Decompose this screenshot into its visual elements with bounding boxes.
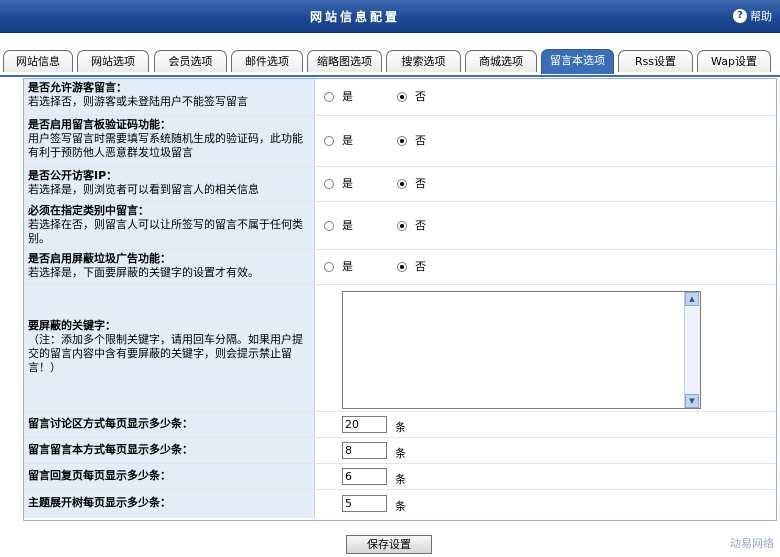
- setting-description: 若选择否，则游客或未登陆用户不能签写留言: [28, 95, 248, 108]
- setting-title: 是否启用留言板验证码功能：: [28, 118, 171, 131]
- setting-row-per-page-topic: 主题展开树每页显示多少条： 5 条: [24, 490, 776, 518]
- setting-description: 用户签写留言时需要填写系统随机生成的验证码，此功能有利于预防他人恶意群发垃圾留言: [28, 132, 303, 159]
- tab-thumbnail-options[interactable]: 缩略图选项: [307, 50, 382, 72]
- setting-title: 是否允许游客留言：: [28, 81, 127, 94]
- settings-tabs: 网站信息 网站选项 会员选项 邮件选项 缩略图选项 搜索选项 商城选项 留言本选…: [0, 48, 780, 77]
- setting-title: 留言回复页每页显示多少条：: [28, 469, 171, 482]
- setting-row-require-category: 必须在指定类别中留言： 若选择在否，则留言人可以让所签写的留言不属于任何类别。 …: [24, 202, 776, 250]
- tab-site-options[interactable]: 网站选项: [77, 50, 149, 72]
- scroll-up-icon[interactable]: ▲: [685, 292, 699, 306]
- setting-title: 留言留言本方式每页显示多少条：: [28, 443, 193, 456]
- per-page-topic-input[interactable]: 5: [342, 495, 387, 512]
- show-ip-no-radio[interactable]: [397, 179, 407, 189]
- setting-description: 若选择是，下面要屏蔽的关键字的设置才有效。: [28, 266, 259, 279]
- setting-title: 要屏蔽的关键字：: [28, 319, 116, 332]
- setting-description: 若选择在否，则留言人可以让所签写的留言不属于任何类别。: [28, 218, 303, 245]
- radio-label-no: 否: [415, 218, 426, 232]
- setting-row-per-page-forum: 留言讨论区方式每页显示多少条： 20 条: [24, 412, 776, 438]
- setting-title: 必须在指定类别中留言：: [28, 204, 149, 217]
- tab-mail-options[interactable]: 邮件选项: [231, 50, 303, 72]
- captcha-yes-radio[interactable]: [324, 136, 334, 146]
- radio-label-no: 否: [415, 177, 426, 190]
- settings-panel: 是否允许游客留言： 若选择否，则游客或未登陆用户不能签写留言 是 否 是否启用留…: [23, 78, 777, 521]
- unit-label: 条: [395, 500, 406, 513]
- scroll-down-icon[interactable]: ▼: [685, 394, 699, 408]
- setting-row-show-ip: 是否公开访客IP： 若选择是，则浏览者可以看到留言人的相关信息 是 否: [24, 167, 776, 202]
- keywords-textarea[interactable]: ▲ ▼: [342, 291, 701, 409]
- tab-site-info[interactable]: 网站信息: [3, 50, 73, 72]
- title-bar: 网站信息配置 ? 帮助: [0, 0, 780, 33]
- setting-description: 若选择是，则浏览者可以看到留言人的相关信息: [28, 183, 259, 196]
- setting-row-per-page-reply: 留言回复页每页显示多少条： 6 条: [24, 464, 776, 490]
- radio-label-no: 否: [415, 260, 426, 273]
- radio-label-no: 否: [415, 90, 426, 103]
- unit-label: 条: [395, 472, 406, 486]
- setting-row-guest-post: 是否允许游客留言： 若选择否，则游客或未登陆用户不能签写留言 是 否: [24, 79, 776, 116]
- setting-description: （注：添加多个限制关键字，请用回车分隔。如果用户提交的留言内容中含有要屏蔽的关键…: [28, 333, 303, 374]
- radio-label-yes: 是: [342, 260, 353, 273]
- spam-filter-no-radio[interactable]: [397, 262, 407, 272]
- require-category-no-radio[interactable]: [397, 220, 407, 231]
- setting-title: 留言讨论区方式每页显示多少条：: [28, 417, 193, 430]
- setting-row-spam-filter: 是否启用屏蔽垃圾广告功能： 若选择是，下面要屏蔽的关键字的设置才有效。 是 否: [24, 250, 776, 285]
- setting-row-per-page-book: 留言留言本方式每页显示多少条： 8 条: [24, 438, 776, 464]
- tab-wap-settings[interactable]: Wap设置: [697, 50, 771, 72]
- radio-label-yes: 是: [342, 90, 353, 103]
- scrollbar[interactable]: ▲ ▼: [684, 292, 700, 408]
- save-settings-button[interactable]: 保存设置: [346, 535, 432, 554]
- tab-member-options[interactable]: 会员选项: [154, 50, 227, 72]
- show-ip-yes-radio[interactable]: [324, 179, 334, 189]
- watermark: 动易网络: [730, 537, 774, 550]
- unit-label: 条: [395, 446, 406, 460]
- setting-title: 主题展开树每页显示多少条：: [28, 496, 171, 509]
- per-page-reply-input[interactable]: 6: [342, 467, 387, 485]
- spam-filter-yes-radio[interactable]: [324, 262, 334, 272]
- setting-title: 是否启用屏蔽垃圾广告功能：: [28, 252, 171, 265]
- question-circle-icon: ?: [733, 9, 747, 23]
- captcha-no-radio[interactable]: [397, 136, 407, 146]
- radio-label-yes: 是: [342, 134, 353, 147]
- radio-label-no: 否: [415, 134, 426, 147]
- page-title: 网站信息配置: [309, 10, 400, 24]
- setting-row-keywords: 要屏蔽的关键字： （注：添加多个限制关键字，请用回车分隔。如果用户提交的留言内容…: [24, 285, 776, 412]
- radio-label-yes: 是: [342, 177, 353, 190]
- tab-search-options[interactable]: 搜索选项: [386, 50, 461, 72]
- unit-label: 条: [395, 420, 406, 434]
- guest-post-yes-radio[interactable]: [324, 92, 334, 102]
- radio-label-yes: 是: [342, 218, 353, 232]
- per-page-forum-input[interactable]: 20: [342, 415, 387, 433]
- per-page-book-input[interactable]: 8: [342, 441, 387, 459]
- help-label: 帮助: [750, 10, 772, 23]
- tab-rss-settings[interactable]: Rss设置: [618, 50, 693, 72]
- tab-guestbook-options[interactable]: 留言本选项: [541, 49, 614, 74]
- help-button[interactable]: ? 帮助: [733, 8, 772, 24]
- guest-post-no-radio[interactable]: [397, 92, 407, 102]
- tab-shop-options[interactable]: 商城选项: [465, 50, 537, 72]
- setting-title: 是否公开访客IP：: [28, 169, 118, 182]
- setting-row-captcha: 是否启用留言板验证码功能： 用户签写留言时需要填写系统随机生成的验证码，此功能有…: [24, 116, 776, 167]
- require-category-yes-radio[interactable]: [324, 220, 334, 231]
